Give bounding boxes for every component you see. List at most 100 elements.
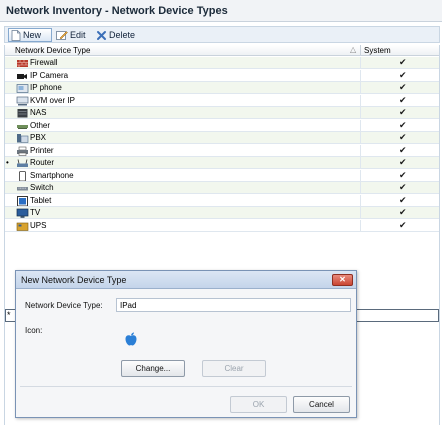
cell-divider (360, 94, 361, 107)
cell-divider (360, 57, 361, 69)
system-checkmark-icon: ✔ (399, 157, 407, 167)
apple-icon (125, 332, 137, 346)
nas-icon (16, 108, 29, 118)
system-checkmark-icon: ✔ (399, 57, 407, 67)
table-row[interactable]: IP Camera ✔ (5, 69, 439, 82)
window-title-bar: Network Inventory - Network Device Types (0, 0, 442, 22)
icon-preview (116, 325, 148, 353)
phone-icon (16, 83, 29, 93)
device-type-name: IP phone (30, 83, 62, 92)
table-row[interactable]: Other ✔ (5, 119, 439, 132)
table-row[interactable]: IP phone ✔ (5, 82, 439, 94)
system-checkmark-icon: ✔ (399, 94, 407, 105)
device-type-name: Printer (30, 145, 54, 155)
column-header-system[interactable]: System (364, 46, 391, 55)
firewall-icon (16, 58, 29, 68)
device-type-name: Smartphone (30, 170, 74, 180)
new-device-type-dialog: New Network Device Type ✕ Network Device… (15, 270, 357, 418)
printer-icon (16, 146, 29, 156)
delete-button[interactable]: Delete (96, 28, 142, 42)
cell-divider (360, 107, 361, 119)
device-type-name: Tablet (30, 195, 52, 205)
table-row[interactable]: Firewall ✔ (5, 57, 439, 69)
cell-divider (360, 132, 361, 144)
cell-divider (360, 207, 361, 219)
tv-icon (16, 208, 29, 218)
device-type-name: UPS (30, 220, 47, 230)
edit-button-label: Edit (70, 30, 86, 40)
table-row[interactable]: Printer ✔ (5, 144, 439, 157)
cell-divider (360, 69, 361, 82)
table-row[interactable]: • Router ✔ (5, 157, 439, 169)
cell-divider (360, 194, 361, 207)
cancel-button[interactable]: Cancel (293, 396, 350, 413)
device-type-name: KVM over IP (30, 95, 75, 105)
system-checkmark-icon: ✔ (399, 119, 407, 130)
device-type-name: TV (30, 208, 41, 217)
device-type-input[interactable] (116, 298, 351, 312)
current-row-indicator: • (6, 158, 9, 167)
window-title: Network Inventory - Network Device Types (6, 5, 228, 17)
system-checkmark-icon: ✔ (399, 169, 407, 180)
tablet-icon (16, 195, 29, 206)
cell-divider (360, 169, 361, 182)
device-type-name: Firewall (30, 58, 58, 67)
delete-button-label: Delete (109, 30, 136, 40)
cell-divider (360, 219, 361, 232)
table-row[interactable]: PBX ✔ (5, 132, 439, 144)
system-checkmark-icon: ✔ (399, 219, 407, 230)
cell-divider (360, 144, 361, 157)
table-row[interactable]: KVM over IP ✔ (5, 94, 439, 107)
dialog-title: New Network Device Type (21, 275, 127, 285)
device-type-name: Switch (30, 183, 54, 192)
ups-icon (16, 221, 29, 231)
cell-divider (360, 119, 361, 132)
column-header-type[interactable]: Network Device Type (15, 46, 90, 55)
delete-icon (97, 30, 106, 40)
table-row[interactable]: UPS ✔ (5, 219, 439, 232)
device-type-label: Network Device Type: (25, 301, 103, 310)
ok-button[interactable]: OK (230, 396, 287, 413)
dialog-divider (20, 386, 352, 387)
router-icon (16, 158, 29, 168)
grid-header: Network Device Type △ System (5, 45, 439, 56)
table-row[interactable]: Smartphone ✔ (5, 169, 439, 182)
cell-divider (360, 182, 361, 194)
cell-divider (360, 82, 361, 94)
table-row[interactable]: Switch ✔ (5, 182, 439, 194)
column-divider[interactable] (360, 45, 361, 56)
system-checkmark-icon: ✔ (399, 107, 407, 117)
device-type-name: PBX (30, 133, 47, 142)
smartphone-icon (16, 170, 29, 181)
system-checkmark-icon: ✔ (399, 207, 407, 217)
system-checkmark-icon: ✔ (399, 182, 407, 192)
clear-icon-button[interactable]: Clear (202, 360, 266, 377)
dialog-close-button[interactable]: ✕ (332, 274, 353, 286)
system-checkmark-icon: ✔ (399, 132, 407, 142)
new-document-icon (11, 29, 21, 41)
switch-icon (16, 183, 29, 193)
change-icon-button[interactable]: Change... (121, 360, 185, 377)
cell-divider (360, 157, 361, 169)
icon-label: Icon: (25, 326, 43, 335)
sort-ascending-icon: △ (350, 45, 357, 54)
other-device-icon (16, 121, 29, 131)
pbx-icon (16, 133, 29, 143)
table-row[interactable]: NAS ✔ (5, 107, 439, 119)
new-row-marker: * (7, 310, 11, 320)
device-type-name: NAS (30, 108, 47, 117)
system-checkmark-icon: ✔ (399, 144, 407, 155)
table-row[interactable]: Tablet ✔ (5, 194, 439, 207)
table-row[interactable]: TV ✔ (5, 207, 439, 219)
system-checkmark-icon: ✔ (399, 69, 407, 80)
new-button-label: New (23, 30, 42, 40)
device-type-name: IP Camera (30, 70, 69, 80)
system-checkmark-icon: ✔ (399, 194, 407, 205)
system-checkmark-icon: ✔ (399, 82, 407, 92)
edit-button[interactable]: Edit (56, 28, 94, 42)
device-type-name: Other (30, 120, 51, 130)
edit-icon (56, 30, 68, 40)
toolbar: New Edit Delete (4, 26, 440, 43)
new-button[interactable]: New (8, 28, 52, 42)
dialog-title-bar[interactable]: New Network Device Type ✕ (16, 271, 356, 289)
